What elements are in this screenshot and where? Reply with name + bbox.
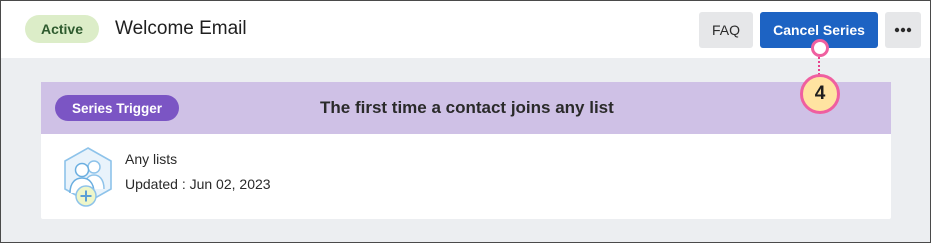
trigger-updated-date: Updated : Jun 02, 2023	[125, 176, 271, 192]
status-badge: Active	[25, 15, 99, 43]
contacts-add-icon	[64, 147, 112, 207]
step-callout-number: 4	[814, 83, 826, 104]
cancel-series-button-label: Cancel Series	[773, 22, 865, 38]
page-title: Welcome Email	[115, 18, 247, 39]
series-header: Active Welcome Email FAQ Cancel Series	[1, 1, 930, 58]
callout-anchor	[811, 39, 829, 57]
trigger-description: The first time a contact joins any list	[320, 98, 614, 117]
more-horizontal-icon	[894, 27, 912, 33]
trigger-list-name: Any lists	[125, 151, 178, 167]
series-trigger-badge: Series Trigger	[55, 95, 179, 121]
more-options-button[interactable]	[885, 12, 921, 48]
series-trigger-card: Series Trigger The first time a contact …	[41, 82, 891, 219]
faq-button[interactable]: FAQ	[699, 12, 753, 48]
app-frame: Active Welcome Email FAQ Cancel Series S…	[0, 0, 931, 243]
faq-button-label: FAQ	[711, 22, 740, 38]
trigger-card-header: Series Trigger The first time a contact …	[41, 82, 891, 134]
step-callout-badge: 4	[800, 74, 840, 114]
